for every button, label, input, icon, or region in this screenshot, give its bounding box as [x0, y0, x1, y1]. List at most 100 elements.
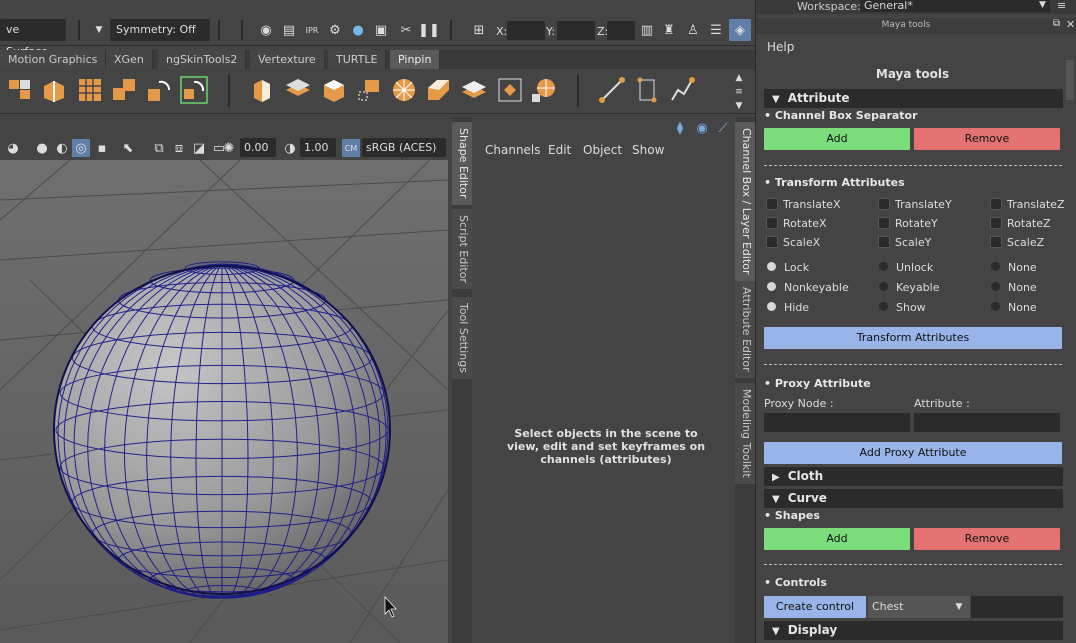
- transform-attributes-button[interactable]: Transform Attributes: [764, 327, 1062, 349]
- checkbox-scaley[interactable]: [878, 236, 890, 248]
- textured-icon[interactable]: ◪: [190, 139, 208, 157]
- shelf-tool-icon[interactable]: [425, 76, 453, 104]
- wireframe-icon[interactable]: ⧉: [150, 139, 168, 157]
- shelf-tool-icon[interactable]: [496, 76, 524, 104]
- radio-keyable[interactable]: [879, 282, 888, 291]
- tab-channel-box-layer-editor[interactable]: Channel Box / Layer Editor: [735, 122, 755, 281]
- radio-hide[interactable]: [767, 302, 776, 311]
- colorspace-dropdown[interactable]: sRGB (ACES): [362, 138, 446, 157]
- shadows-icon[interactable]: ◐: [53, 139, 71, 157]
- tab-pinpin[interactable]: Pinpin: [390, 50, 441, 69]
- viewport-3d[interactable]: [0, 160, 448, 643]
- gamma-icon[interactable]: ◑: [281, 139, 299, 157]
- render-view-icon[interactable]: ◉: [257, 21, 275, 39]
- layer-editor-icon[interactable]: ◉: [693, 119, 711, 137]
- radio-unlock[interactable]: [879, 262, 888, 271]
- surface-selection-field[interactable]: ve Surface: [0, 19, 66, 58]
- channel-box-icon[interactable]: ◈: [729, 19, 751, 41]
- render-setup-icon[interactable]: ▣: [372, 21, 390, 39]
- render-icon[interactable]: ▤: [280, 21, 298, 39]
- human-ik-icon[interactable]: ♙: [684, 21, 702, 39]
- render-settings-icon[interactable]: ⚙: [326, 21, 344, 39]
- shelf-tool-icon[interactable]: [110, 76, 138, 104]
- checkbox-translatex[interactable]: [766, 198, 778, 210]
- separator-add-button[interactable]: Add: [764, 128, 910, 150]
- radio-nonkeyable[interactable]: [767, 282, 776, 291]
- shelf-tool-icon[interactable]: [40, 76, 68, 104]
- isolate-select-icon[interactable]: ⬉: [119, 139, 137, 157]
- checkbox-rotatez[interactable]: [990, 217, 1002, 229]
- shelf-tool-icon[interactable]: [598, 76, 626, 104]
- radio-none[interactable]: [991, 302, 1000, 311]
- proxy-node-input[interactable]: [764, 413, 910, 432]
- menu-help[interactable]: Help: [767, 40, 794, 54]
- attribute-input[interactable]: [914, 413, 1060, 432]
- tab-shape-editor[interactable]: Shape Editor: [452, 122, 472, 205]
- xray-icon[interactable]: ◎: [72, 139, 90, 157]
- smooth-shade-icon[interactable]: ⧈: [170, 139, 188, 157]
- shelf-tool-icon[interactable]: [530, 76, 558, 104]
- attribute-filter-icon[interactable]: ⟋: [714, 119, 732, 137]
- checkbox-scalez[interactable]: [990, 236, 1002, 248]
- shelf-tool-icon[interactable]: [668, 76, 696, 104]
- display-frame-header[interactable]: ▼ Display: [764, 621, 1063, 640]
- chevron-down-icon[interactable]: ▼: [90, 21, 108, 39]
- channel-box-mode-icon[interactable]: ⧫: [671, 119, 689, 137]
- tab-attribute-editor[interactable]: Attribute Editor: [735, 281, 755, 378]
- attribute-frame-header[interactable]: ▼ Attribute: [764, 89, 1063, 108]
- shelf-tool-icon[interactable]: [76, 76, 104, 104]
- shelf-tool-icon[interactable]: [320, 76, 348, 104]
- shelf-tool-icon[interactable]: [460, 76, 488, 104]
- add-proxy-attribute-button[interactable]: Add Proxy Attribute: [764, 442, 1062, 464]
- select-mode-icon[interactable]: ⊞: [470, 21, 488, 39]
- pause-icon[interactable]: ❚❚: [418, 21, 440, 39]
- curve-frame-header[interactable]: ▼ Curve: [764, 489, 1063, 508]
- cloth-frame-header[interactable]: ▶ Cloth: [764, 467, 1063, 486]
- shelf-tool-icon[interactable]: [390, 76, 418, 104]
- scene-view[interactable]: [0, 160, 448, 643]
- create-control-button[interactable]: Create control: [764, 596, 866, 618]
- shelf-tool-icon[interactable]: [6, 76, 34, 104]
- tab-turtle[interactable]: TURTLE: [328, 50, 387, 69]
- sidebar-toggle-icon[interactable]: ▥: [638, 21, 656, 39]
- lighting-icon[interactable]: ●: [33, 139, 51, 157]
- shelf-tool-icon[interactable]: [145, 76, 173, 104]
- exposure-field[interactable]: 0.00: [240, 138, 276, 157]
- menu-channels[interactable]: Channels: [485, 143, 541, 157]
- radio-none[interactable]: [991, 262, 1000, 271]
- workspace-options-icon[interactable]: ≡: [1057, 0, 1066, 12]
- x-coordinate-field[interactable]: [507, 21, 545, 40]
- checkbox-translatey[interactable]: [878, 198, 890, 210]
- workspace-dropdown[interactable]: General*: [860, 0, 1050, 12]
- gamma-field[interactable]: 1.00: [300, 138, 336, 157]
- tab-xgen[interactable]: XGen: [106, 50, 153, 69]
- shelf-tool-icon[interactable]: [355, 76, 383, 104]
- tab-tool-settings[interactable]: Tool Settings: [452, 297, 472, 379]
- y-coordinate-field[interactable]: [557, 21, 595, 40]
- exposure-icon[interactable]: ✺: [220, 139, 238, 157]
- attribute-editor-icon[interactable]: ☰: [707, 21, 725, 39]
- tab-vertexture[interactable]: Vertexture: [250, 50, 325, 69]
- checkbox-translatez[interactable]: [990, 198, 1002, 210]
- z-coordinate-field[interactable]: [607, 21, 635, 40]
- checkbox-rotatex[interactable]: [766, 217, 778, 229]
- symmetry-dropdown[interactable]: Symmetry: Off: [110, 19, 210, 41]
- shelf-tool-icon[interactable]: [180, 76, 208, 104]
- radio-none[interactable]: [991, 282, 1000, 291]
- menu-show[interactable]: Show: [632, 143, 664, 157]
- shelf-tool-icon[interactable]: [633, 76, 661, 104]
- close-icon[interactable]: ✕: [1066, 18, 1075, 31]
- control-shape-dropdown[interactable]: Chest: [868, 596, 948, 618]
- menu-object[interactable]: Object: [583, 143, 622, 157]
- control-name-input[interactable]: [971, 596, 1063, 618]
- separator-remove-button[interactable]: Remove: [914, 128, 1060, 150]
- color-management-icon[interactable]: CM: [342, 139, 360, 157]
- radio-lock[interactable]: [767, 262, 776, 271]
- shading-icon[interactable]: ◕: [4, 139, 22, 157]
- shapes-add-button[interactable]: Add: [764, 528, 910, 550]
- chevron-down-icon[interactable]: ▼: [1039, 0, 1046, 10]
- checkbox-rotatey[interactable]: [878, 217, 890, 229]
- tab-script-editor[interactable]: Script Editor: [452, 209, 472, 289]
- hypershade-icon[interactable]: ●: [349, 21, 367, 39]
- tab-modeling-toolkit[interactable]: Modeling Toolkit: [735, 383, 755, 484]
